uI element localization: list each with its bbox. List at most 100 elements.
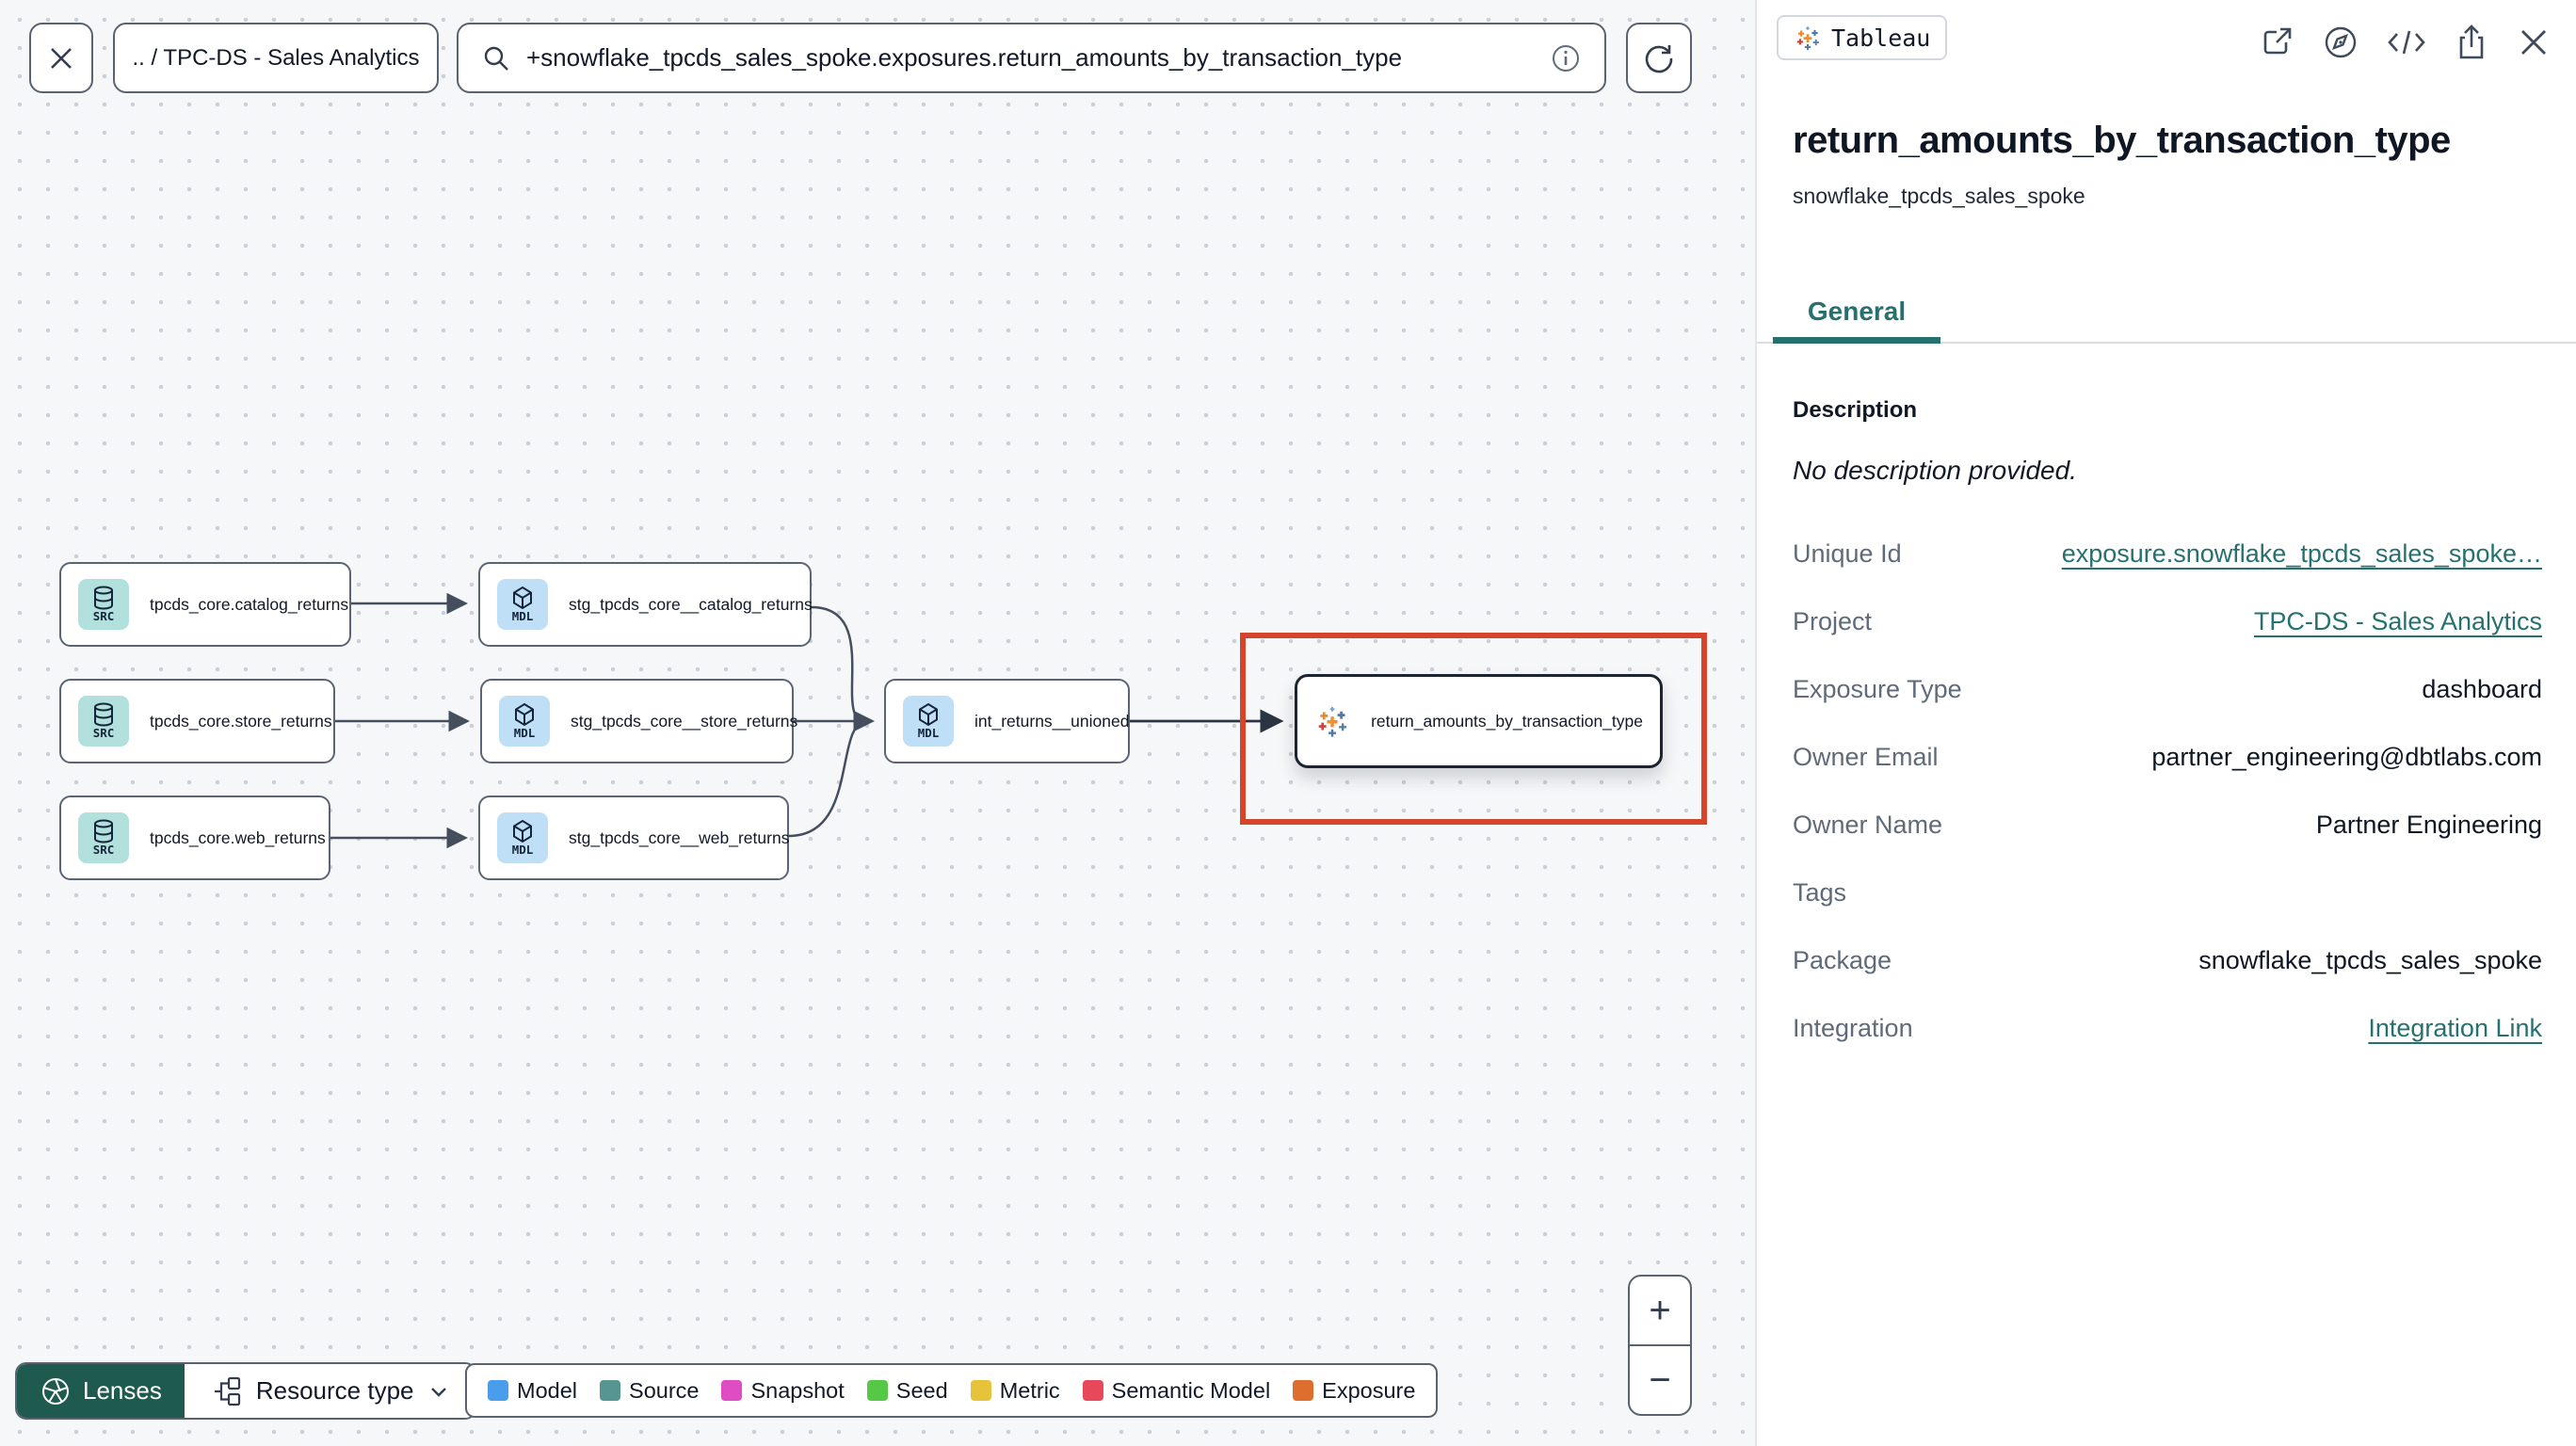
field-row-exposure-type: Exposure Type dashboard <box>1793 674 2542 703</box>
graph-node-source-catalog-returns[interactable]: SRC tpcds_core.catalog_returns <box>59 562 351 647</box>
details-fields: Unique Id exposure.snowflake_tpcds_sales… <box>1793 520 2542 1062</box>
badge-text: MDL <box>511 609 534 624</box>
graph-node-source-store-returns[interactable]: SRC tpcds_core.store_returns <box>59 679 335 763</box>
legend-item-semantic-model: Semantic Model <box>1082 1378 1270 1404</box>
graph-node-stg-store-returns[interactable]: MDL stg_tpcds_core__store_returns <box>480 679 798 763</box>
zoom-out-button[interactable]: − <box>1630 1346 1690 1414</box>
cube-icon <box>515 703 534 727</box>
graph-node-source-web-returns[interactable]: SRC tpcds_core.web_returns <box>59 795 330 880</box>
source-color-swatch <box>600 1380 621 1401</box>
open-external-icon[interactable] <box>2258 24 2295 61</box>
description-label: Description <box>1793 397 1918 423</box>
resource-type-label: Resource type <box>255 1376 414 1405</box>
lineage-canvas[interactable]: SRC tpcds_core.catalog_returns SRC tpcds… <box>0 0 1757 1446</box>
field-row-owner-email: Owner Email partner_engineering@dbtlabs.… <box>1793 742 2542 771</box>
lenses-label: Lenses <box>83 1376 162 1405</box>
close-lineage-button[interactable] <box>29 23 93 93</box>
field-row-tags: Tags <box>1793 877 1847 907</box>
legend-item-source: Source <box>600 1378 699 1404</box>
field-row-project: Project TPC-DS - Sales Analytics <box>1793 606 2542 636</box>
database-icon <box>94 819 113 844</box>
snapshot-color-swatch <box>721 1380 743 1401</box>
breadcrumb[interactable]: .. / TPC-DS - Sales Analytics <box>113 23 439 93</box>
semantic-model-color-swatch <box>1082 1380 1103 1401</box>
cube-icon <box>513 820 532 844</box>
legend-item-snapshot: Snapshot <box>721 1378 845 1404</box>
source-type-badge: SRC <box>78 579 129 630</box>
cube-icon <box>513 586 532 610</box>
package-value: snowflake_tpcds_sales_spoke <box>2198 945 2542 974</box>
close-panel-icon[interactable] <box>2516 24 2552 60</box>
legend-item-seed: Seed <box>866 1378 948 1404</box>
resource-type-legend: Model Source Snapshot Seed Metric Semant… <box>465 1363 1439 1418</box>
aperture-icon <box>42 1377 69 1405</box>
model-type-badge: MDL <box>903 696 954 747</box>
field-row-owner-name: Owner Name Partner Engineering <box>1793 810 2542 839</box>
badge-text: MDL <box>513 726 536 741</box>
unique-id-link[interactable]: exposure.snowflake_tpcds_sales_spoke… <box>2062 539 2542 569</box>
model-type-badge: MDL <box>497 812 548 863</box>
badge-text: MDL <box>511 843 534 858</box>
graph-node-stg-web-returns[interactable]: MDL stg_tpcds_core__web_returns <box>478 795 789 880</box>
org-chart-icon <box>214 1376 240 1406</box>
metric-color-swatch <box>970 1380 991 1401</box>
code-icon[interactable] <box>2386 25 2427 59</box>
panel-action-icons <box>2258 23 2552 62</box>
source-type-badge: SRC <box>78 696 129 747</box>
field-row-integration: Integration Integration Link <box>1793 1013 2542 1043</box>
badge-text: MDL <box>917 726 940 741</box>
graph-node-exposure-selected[interactable]: return_amounts_by_transaction_type <box>1295 674 1663 768</box>
graph-node-stg-catalog-returns[interactable]: MDL stg_tpcds_core__catalog_returns <box>478 562 813 647</box>
explore-compass-icon[interactable] <box>2321 23 2360 62</box>
node-label: stg_tpcds_core__catalog_returns <box>569 594 813 614</box>
panel-tabs: General <box>1757 283 2576 344</box>
description-value: No description provided. <box>1793 456 2077 485</box>
refresh-icon <box>1645 44 1673 72</box>
node-label: tpcds_core.web_returns <box>150 827 326 847</box>
exposure-color-swatch <box>1293 1380 1314 1401</box>
node-label: stg_tpcds_core__web_returns <box>569 827 790 847</box>
legend-item-metric: Metric <box>970 1378 1060 1404</box>
lenses-button[interactable]: Lenses <box>17 1364 185 1418</box>
seed-color-swatch <box>866 1380 888 1401</box>
field-row-unique-id: Unique Id exposure.snowflake_tpcds_sales… <box>1793 538 2542 569</box>
resource-title: return_amounts_by_transaction_type <box>1793 120 2451 161</box>
dbt-explorer-lineage-app: SRC tpcds_core.catalog_returns SRC tpcds… <box>0 0 2576 1446</box>
field-row-package: Package snowflake_tpcds_sales_spoke <box>1793 945 2542 974</box>
badge-text: SRC <box>92 609 115 624</box>
node-label: stg_tpcds_core__store_returns <box>571 711 798 731</box>
tab-general[interactable]: General <box>1773 281 1940 344</box>
exposure-type-value: dashboard <box>2422 674 2542 703</box>
graph-node-int-returns-unioned[interactable]: MDL int_returns__unioned <box>884 679 1130 763</box>
source-type-badge: SRC <box>78 812 129 863</box>
zoom-in-button[interactable]: + <box>1630 1277 1690 1346</box>
search-input[interactable] <box>526 43 1535 72</box>
chevron-down-icon <box>430 1387 446 1397</box>
resource-package-subtitle: snowflake_tpcds_sales_spoke <box>1793 184 2085 208</box>
owner-email-value: partner_engineering@dbtlabs.com <box>2151 742 2542 771</box>
legend-item-model: Model <box>488 1378 577 1404</box>
model-type-badge: MDL <box>499 696 550 747</box>
database-icon <box>94 586 113 610</box>
lineage-search-bar[interactable] <box>457 23 1606 93</box>
tableau-logo-icon <box>1796 26 1819 51</box>
integration-badge[interactable]: Tableau <box>1777 15 1948 60</box>
info-icon[interactable] <box>1550 42 1582 74</box>
close-icon <box>51 47 72 69</box>
node-label: tpcds_core.catalog_returns <box>150 594 349 614</box>
share-icon[interactable] <box>2453 23 2490 62</box>
integration-link[interactable]: Integration Link <box>2368 1014 2542 1043</box>
node-label: tpcds_core.store_returns <box>150 711 332 731</box>
badge-text: SRC <box>92 843 115 858</box>
refresh-button[interactable] <box>1626 23 1692 93</box>
search-icon <box>484 46 508 71</box>
breadcrumb-label: .. / TPC-DS - Sales Analytics <box>132 44 420 71</box>
node-label: int_returns__unioned <box>974 711 1130 731</box>
cube-icon <box>919 703 938 727</box>
model-color-swatch <box>488 1380 508 1401</box>
project-link[interactable]: TPC-DS - Sales Analytics <box>2254 607 2542 636</box>
integration-badge-label: Tableau <box>1831 24 1931 52</box>
owner-name-value: Partner Engineering <box>2315 810 2542 839</box>
resource-type-dropdown[interactable]: Resource type <box>184 1364 475 1418</box>
badge-text: SRC <box>92 726 115 741</box>
